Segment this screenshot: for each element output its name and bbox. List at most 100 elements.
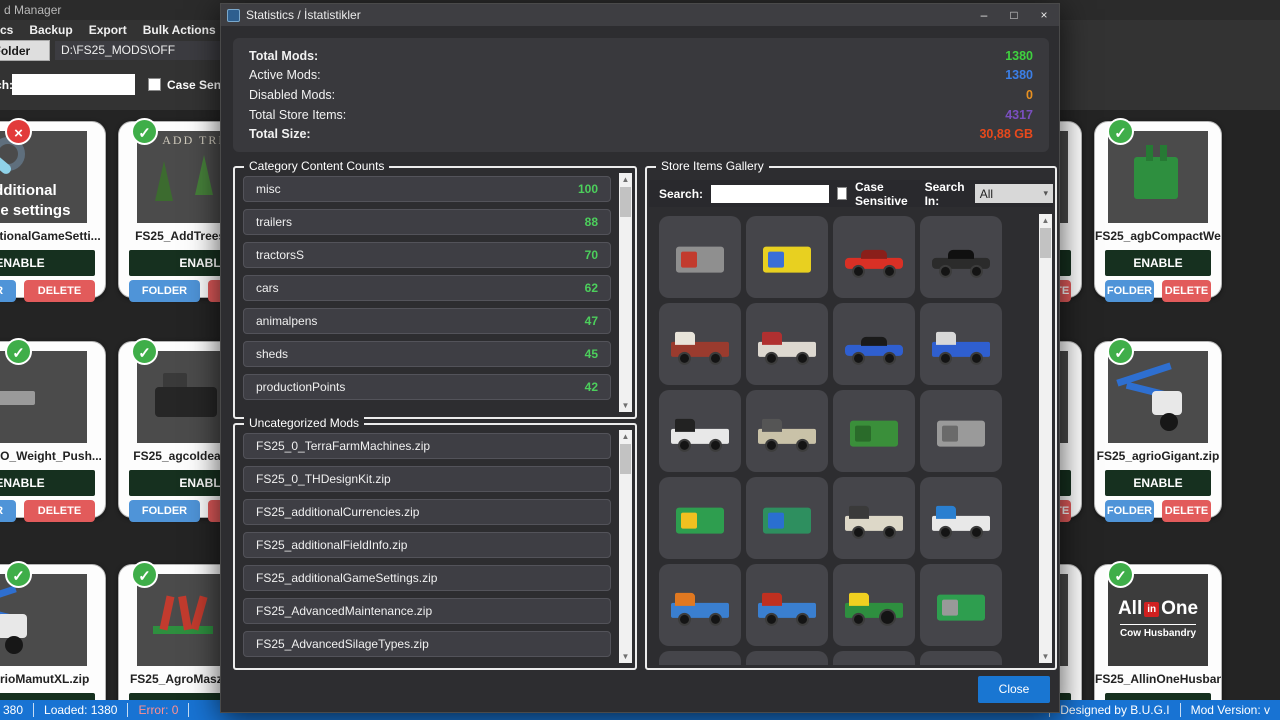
gallery-item-tile[interactable] <box>746 216 828 298</box>
screen: d Manager csBackupExportBulk Actions Sel… <box>0 0 1280 720</box>
list-item[interactable]: animalpens47 <box>243 308 611 334</box>
gallery-item-tile[interactable] <box>920 303 1002 385</box>
list-item[interactable]: FS25_additionalFieldInfo.zip <box>243 532 611 558</box>
gallery-search-bar: Search: Case Sensitive Search In: All ▾ <box>649 180 1053 207</box>
gallery-item-tile[interactable] <box>659 216 741 298</box>
enable-button[interactable]: ENABLE <box>1105 250 1211 276</box>
gallery-case-sensitive-checkbox[interactable] <box>837 187 847 200</box>
close-button[interactable]: Close <box>978 676 1050 703</box>
maximize-button[interactable]: □ <box>999 4 1029 26</box>
enabled-check-icon: ✓ <box>131 338 158 365</box>
vehicle-thumbnail <box>932 503 990 539</box>
gallery-item-tile[interactable] <box>833 564 915 646</box>
gallery-item-tile[interactable] <box>920 564 1002 646</box>
delete-button[interactable]: DELETE <box>24 500 95 522</box>
store-items-gallery-group: Store Items Gallery Search: Case Sensiti… <box>645 166 1057 670</box>
minimize-button[interactable]: – <box>969 4 999 26</box>
gallery-item-tile[interactable] <box>920 651 1002 665</box>
gallery-item-tile[interactable] <box>920 390 1002 472</box>
folder-button[interactable]: FOLDER <box>0 500 16 522</box>
chevron-down-icon: ▾ <box>1043 188 1048 199</box>
gallery-item-tile[interactable] <box>659 564 741 646</box>
gallery-item-tile[interactable] <box>833 303 915 385</box>
list-item[interactable]: FS25_0_TerraFarmMachines.zip <box>243 433 611 459</box>
scroll-down-icon[interactable]: ▼ <box>619 399 632 412</box>
stat-value: 4317 <box>1005 108 1033 122</box>
list-item[interactable]: productionPoints42 <box>243 374 611 400</box>
list-item[interactable]: FS25_AdvancedMaintenance.zip <box>243 598 611 624</box>
gallery-item-tile[interactable] <box>833 477 915 559</box>
folder-path-field[interactable]: D:\FS25_MODS\OFF <box>55 41 225 60</box>
gallery-item-tile[interactable] <box>659 651 741 665</box>
category-count: 45 <box>585 347 598 361</box>
gallery-item-tile[interactable] <box>833 390 915 472</box>
scroll-down-icon[interactable]: ▼ <box>1039 650 1052 663</box>
gallery-item-tile[interactable] <box>659 390 741 472</box>
mod-thumbnail <box>0 351 87 443</box>
gallery-item-tile[interactable] <box>746 303 828 385</box>
category-group-title: Category Content Counts <box>244 159 389 173</box>
implement-thumbnail <box>676 508 724 534</box>
category-name: sheds <box>256 347 288 361</box>
vehicle-thumbnail <box>845 329 903 365</box>
search-input[interactable] <box>12 74 135 95</box>
mod-card: ×Additionalgame settingsFS25_additionalG… <box>0 121 106 298</box>
folder-button[interactable]: FOLDER <box>129 280 200 302</box>
gallery-item-tile[interactable] <box>920 477 1002 559</box>
search-in-dropdown[interactable]: All ▾ <box>975 184 1053 203</box>
enable-button[interactable]: ENABLE <box>0 470 95 496</box>
enable-button[interactable]: ENABLE <box>0 250 95 276</box>
stat-value: 1380 <box>1005 68 1033 82</box>
scrollbar-thumb[interactable] <box>620 444 631 474</box>
scrollbar-thumb[interactable] <box>620 187 631 217</box>
gallery-item-tile[interactable] <box>746 390 828 472</box>
menu-item-bulk-actions[interactable]: Bulk Actions <box>143 23 216 37</box>
menu-item-cs[interactable]: cs <box>0 23 13 37</box>
uncategorized-group-title: Uncategorized Mods <box>244 416 364 430</box>
folder-button[interactable]: FOLDER <box>1105 500 1154 522</box>
scrollbar-thumb[interactable] <box>1040 228 1051 258</box>
delete-button[interactable]: DELETE <box>24 280 95 302</box>
list-item[interactable]: FS25_AdvancedSilageTypes.zip <box>243 631 611 657</box>
gallery-item-tile[interactable] <box>659 303 741 385</box>
list-item[interactable]: cars62 <box>243 275 611 301</box>
vehicle-thumbnail <box>671 590 729 626</box>
category-scrollbar[interactable]: ▲ ▼ <box>619 173 632 412</box>
list-item[interactable]: misc100 <box>243 176 611 202</box>
enable-button[interactable]: ENABLE <box>1105 470 1211 496</box>
select-folder-button[interactable]: Select Folder <box>0 40 50 61</box>
stat-label: Total Mods: <box>249 49 318 63</box>
uncategorized-scrollbar[interactable]: ▲ ▼ <box>619 430 632 663</box>
gallery-search-input[interactable] <box>711 185 829 203</box>
gallery-item-tile[interactable] <box>746 564 828 646</box>
gallery-item-tile[interactable] <box>746 651 828 665</box>
gallery-item-tile[interactable] <box>833 651 915 665</box>
gallery-item-tile[interactable] <box>746 477 828 559</box>
folder-button[interactable]: FOLDER <box>0 280 16 302</box>
menu-item-backup[interactable]: Backup <box>29 23 72 37</box>
list-item[interactable]: FS25_additionalGameSettings.zip <box>243 565 611 591</box>
close-window-button[interactable]: × <box>1029 4 1059 26</box>
list-item[interactable]: FS25_additionalCurrencies.zip <box>243 499 611 525</box>
scroll-up-icon[interactable]: ▲ <box>619 430 632 443</box>
list-item[interactable]: FS25_0_THDesignKit.zip <box>243 466 611 492</box>
scroll-down-icon[interactable]: ▼ <box>619 650 632 663</box>
mod-filename: FS25_0_THDesignKit.zip <box>256 472 391 486</box>
gallery-scrollbar[interactable]: ▲ ▼ <box>1039 214 1052 663</box>
folder-button[interactable]: FOLDER <box>129 500 200 522</box>
category-name: trailers <box>256 215 292 229</box>
gallery-item-tile[interactable] <box>659 477 741 559</box>
list-item[interactable]: sheds 45 <box>243 341 611 367</box>
gallery-item-tile[interactable] <box>920 216 1002 298</box>
list-item[interactable]: tractorsS70 <box>243 242 611 268</box>
gallery-item-tile[interactable] <box>833 216 915 298</box>
scroll-up-icon[interactable]: ▲ <box>1039 214 1052 227</box>
folder-button[interactable]: FOLDER <box>1105 280 1154 302</box>
scroll-up-icon[interactable]: ▲ <box>619 173 632 186</box>
menu-item-export[interactable]: Export <box>89 23 127 37</box>
delete-button[interactable]: DELETE <box>1162 280 1211 302</box>
uncategorized-list: FS25_0_TerraFarmMachines.zip FS25_0_THDes… <box>243 433 611 662</box>
case-sensitive-checkbox[interactable] <box>148 78 161 91</box>
list-item[interactable]: trailers88 <box>243 209 611 235</box>
delete-button[interactable]: DELETE <box>1162 500 1211 522</box>
